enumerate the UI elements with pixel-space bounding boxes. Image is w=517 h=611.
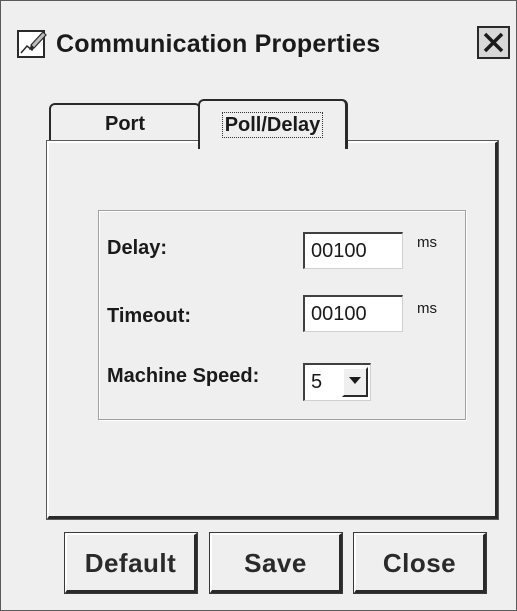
window-title: Communication Properties	[56, 30, 381, 58]
tab-poll-delay-label: Poll/Delay	[221, 112, 324, 138]
machine-speed-label: Machine Speed:	[107, 365, 260, 387]
delay-label: Delay:	[107, 237, 168, 259]
tab-port-label: Port	[105, 113, 145, 135]
timeout-unit: ms	[417, 300, 437, 317]
title-bar[interactable]: Communication Properties	[1, 1, 516, 81]
delay-unit: ms	[417, 234, 437, 251]
close-button[interactable]: Close	[353, 532, 487, 594]
save-button[interactable]: Save	[209, 532, 343, 594]
tab-port[interactable]: Port	[49, 103, 201, 143]
machine-speed-select[interactable]: 5	[303, 363, 371, 401]
tab-panel-poll-delay: Delay: 00100 ms Timeout: 00100 ms Machin…	[46, 140, 499, 520]
machine-speed-value: 5	[311, 371, 323, 393]
chevron-down-icon	[349, 377, 361, 384]
default-button[interactable]: Default	[64, 532, 198, 594]
delay-input[interactable]: 00100	[303, 232, 403, 269]
timeout-label: Timeout:	[107, 305, 192, 327]
communication-properties-dialog: Communication Properties Port Poll/Delay…	[0, 0, 517, 611]
machine-speed-dropdown-button[interactable]	[342, 367, 368, 397]
tab-poll-delay[interactable]: Poll/Delay	[198, 99, 348, 149]
title-close-button[interactable]	[477, 26, 510, 59]
timeout-input[interactable]: 00100	[303, 295, 403, 332]
pencil-chart-icon	[17, 29, 47, 59]
close-x-icon	[483, 32, 504, 53]
